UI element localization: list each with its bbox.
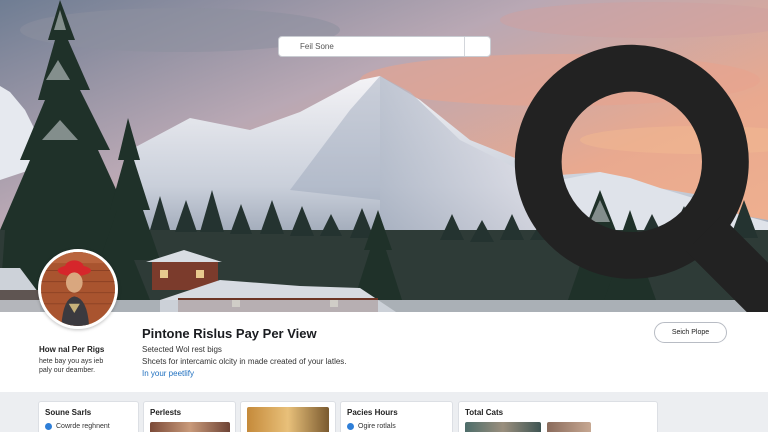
action-button[interactable]: Seich Plope [654,322,727,343]
card-pacies-hours[interactable]: Pacies Hours Ogire rotlals [340,401,453,432]
page-description: Shcets for intercamic olcity in made cre… [142,357,347,366]
card-thumbnail [247,407,329,432]
page-subtitle: Setected Wol rest bigs [142,345,222,354]
card-title: Total Cats [465,408,504,417]
card-soune-sarls[interactable]: Soune Sarls Cowrde reghnent [38,401,139,432]
card-thumbnail [547,422,591,432]
card-title: Pacies Hours [347,408,398,417]
card-title: Perlests [150,408,182,417]
hero-banner [0,0,768,312]
profile-link[interactable]: In your peetlify [142,369,194,378]
card-photo[interactable] [240,401,336,432]
card-stat: Ogire rotlals [347,423,396,430]
side-description: hete bay you ays ieb paly our deamber. [39,357,139,375]
page-title: Pintone Rislus Pay Per View [142,326,317,341]
status-dot-icon [347,423,354,430]
profile-header [0,312,768,392]
side-description-line: paly our deamber. [39,367,96,374]
search-icon [514,44,768,312]
search-button[interactable] [464,37,768,312]
side-title: How nal Per Rigs [39,345,105,354]
card-stat: Cowrde reghnent [45,423,110,430]
status-dot-icon [45,423,52,430]
avatar[interactable] [38,249,118,329]
card-title: Soune Sarls [45,408,92,417]
search-bar [278,36,768,312]
card-thumbnail [150,422,230,432]
card-stat-label: Ogire rotlals [358,423,396,430]
card-total-cats[interactable]: Total Cats [458,401,658,432]
side-description-line: hete bay you ays ieb [39,358,104,365]
card-thumbnail [465,422,541,432]
card-stat-label: Cowrde reghnent [56,423,110,430]
card-perlests[interactable]: Perlests [143,401,236,432]
